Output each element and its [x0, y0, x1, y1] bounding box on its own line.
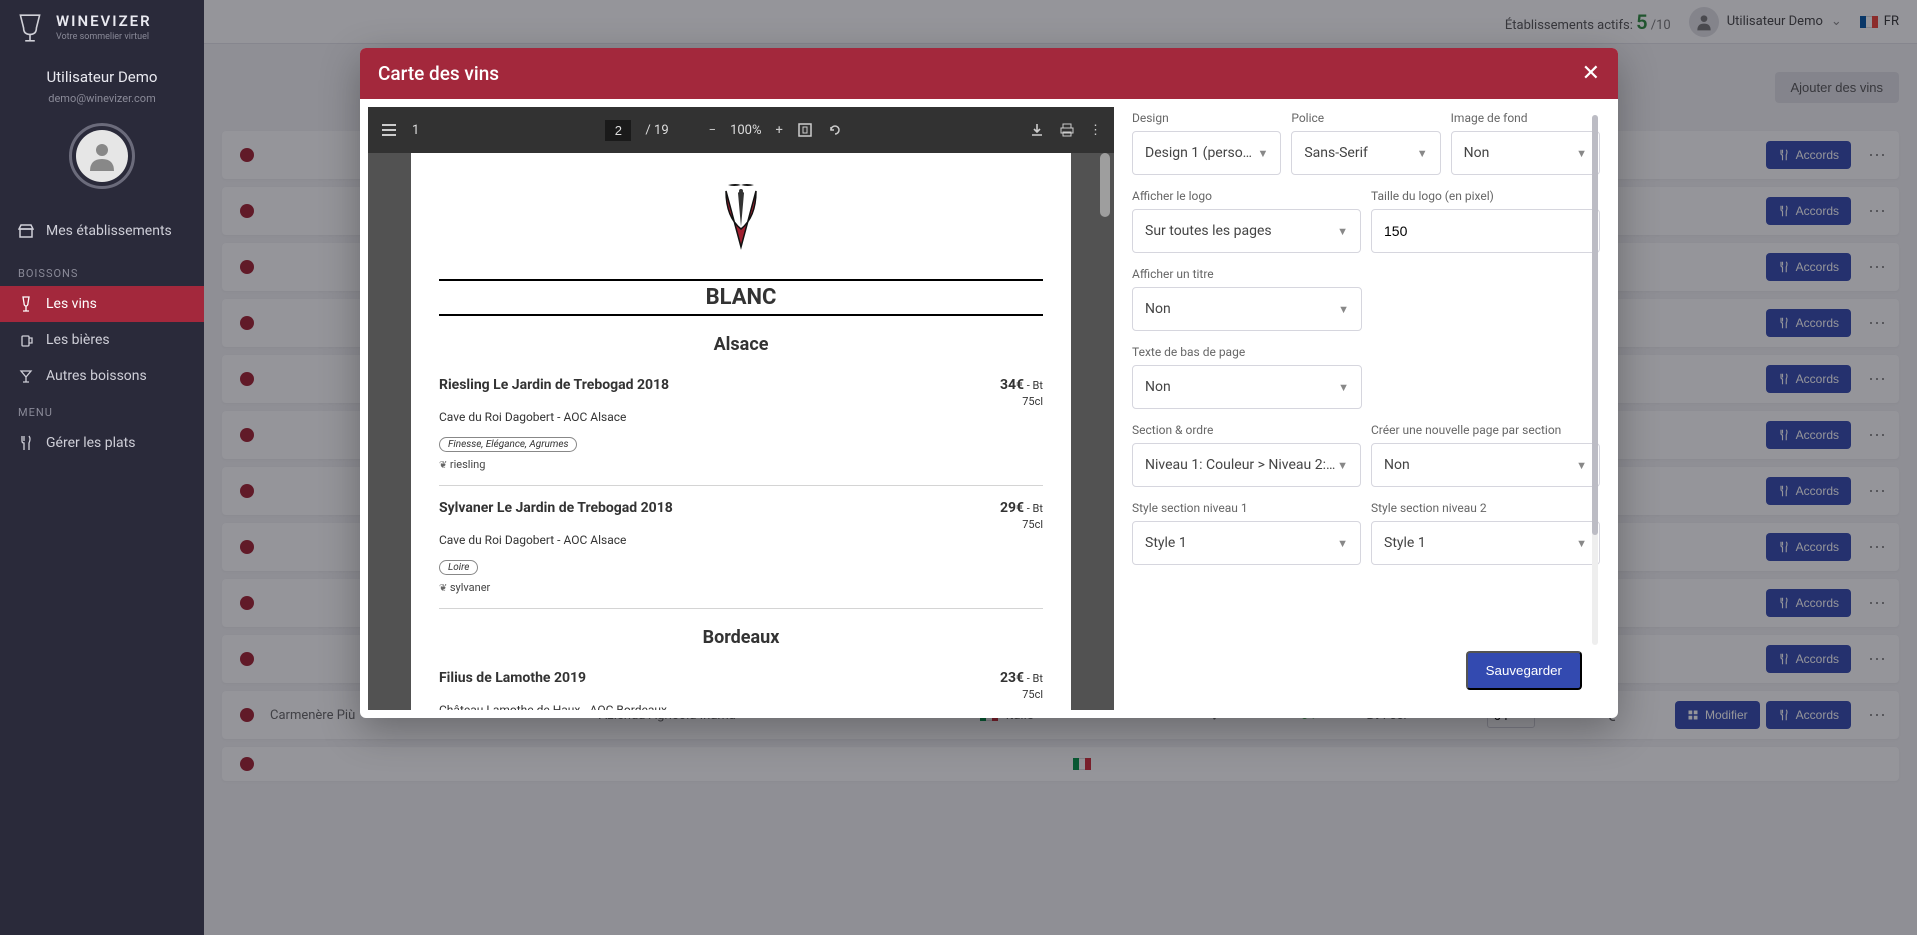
doc-wine-subtitle: Cave du Roi Dagobert - AOC Alsace — [439, 410, 1043, 424]
pdf-thumb-number: 1 — [412, 123, 419, 138]
fit-page-icon[interactable] — [797, 122, 813, 138]
field-label-showtitle: Afficher un titre — [1132, 267, 1362, 281]
sidebar-item-manage-dishes[interactable]: Gérer les plats — [0, 425, 204, 461]
zoom-in-icon[interactable]: + — [776, 123, 783, 138]
doc-wine-title: Filius de Lamothe 2019 — [439, 670, 586, 701]
sidebar-item-establishments[interactable]: Mes établissements — [0, 213, 204, 249]
field-label-footer: Texte de bas de page — [1132, 345, 1362, 359]
showlogo-select[interactable]: Sur toutes les pages▼ — [1132, 209, 1361, 253]
sidebar-user-name: Utilisateur Demo — [8, 68, 196, 86]
doc-wine-entry: Filius de Lamothe 201923€ - Bt75cl Châte… — [439, 662, 1043, 710]
store-icon — [18, 223, 34, 239]
doc-logo — [439, 177, 1043, 261]
pdf-scrollbar[interactable] — [1100, 153, 1110, 710]
sidebar-user: Utilisateur Demo demo@winevizer.com — [0, 56, 204, 207]
sidebar-item-label: Autres boissons — [46, 368, 147, 384]
style1-select[interactable]: Style 1▼ — [1132, 521, 1361, 565]
menu-icon[interactable] — [380, 121, 398, 139]
doc-wine-grapes: riesling — [439, 458, 1043, 471]
wine-list-modal: Carte des vins ✕ 1 / 19 − 100% + — [360, 48, 1618, 718]
modal-title: Carte des vins — [378, 62, 499, 85]
section-select[interactable]: Niveau 1: Couleur > Niveau 2:…▼ — [1132, 443, 1361, 487]
print-icon[interactable] — [1059, 122, 1075, 138]
chevron-down-icon: ▼ — [1576, 537, 1587, 550]
pdf-page-total: / 19 — [645, 123, 668, 138]
sidebar-heading-boissons: BOISSONS — [0, 255, 204, 286]
chevron-down-icon: ▼ — [1257, 147, 1268, 160]
rotate-icon[interactable] — [827, 122, 843, 138]
footer-select[interactable]: Non▼ — [1132, 365, 1362, 409]
chevron-down-icon: ▼ — [1338, 381, 1349, 394]
doc-wine-subtitle: Château Lamothe de Haux - AOC Bordeaux — [439, 703, 1043, 710]
brand: WINEVIZER Votre sommelier virtuel — [0, 0, 204, 56]
field-label-newpage: Créer une nouvelle page par section — [1371, 423, 1600, 437]
doc-section-title: BLANC — [439, 279, 1043, 316]
sidebar-user-email: demo@winevizer.com — [8, 92, 196, 105]
sidebar: WINEVIZER Votre sommelier virtuel Utilis… — [0, 0, 204, 935]
doc-wine-title: Sylvaner Le Jardin de Trebogad 2018 — [439, 500, 673, 531]
person-icon — [84, 138, 120, 174]
chevron-down-icon: ▼ — [1337, 225, 1348, 238]
logosize-input[interactable] — [1371, 209, 1600, 253]
pdf-toolbar: 1 / 19 − 100% + ⋮ — [368, 107, 1114, 153]
chevron-down-icon: ▼ — [1417, 147, 1428, 160]
doc-region-title: Alsace — [439, 334, 1043, 355]
download-icon[interactable] — [1029, 122, 1045, 138]
chevron-down-icon: ▼ — [1338, 303, 1349, 316]
field-label-showlogo: Afficher le logo — [1132, 189, 1361, 203]
field-label-section: Section & ordre — [1132, 423, 1361, 437]
modal-header: Carte des vins ✕ — [360, 48, 1618, 99]
field-label-style2: Style section niveau 2 — [1371, 501, 1600, 515]
newpage-select[interactable]: Non▼ — [1371, 443, 1600, 487]
sidebar-item-label: Mes établissements — [46, 223, 172, 239]
brand-logo-icon — [14, 12, 46, 44]
sidebar-heading-menu: MENU — [0, 394, 204, 425]
sidebar-item-other-drinks[interactable]: Autres boissons — [0, 358, 204, 394]
field-label-style1: Style section niveau 1 — [1132, 501, 1361, 515]
doc-wine-tags: Loire — [439, 560, 478, 575]
doc-region-title: Bordeaux — [439, 627, 1043, 648]
close-icon[interactable]: ✕ — [1582, 63, 1600, 85]
zoom-out-icon[interactable]: − — [709, 123, 716, 138]
field-label-font: Police — [1291, 111, 1440, 125]
sidebar-avatar[interactable] — [69, 123, 135, 189]
font-select[interactable]: Sans-Serif▼ — [1291, 131, 1440, 175]
cutlery-icon — [18, 435, 34, 451]
pdf-zoom-level: 100% — [730, 123, 761, 138]
sidebar-item-label: Gérer les plats — [46, 435, 135, 451]
beer-icon — [18, 332, 34, 348]
doc-wine-subtitle: Cave du Roi Dagobert - AOC Alsace — [439, 533, 1043, 547]
showtitle-select[interactable]: Non▼ — [1132, 287, 1362, 331]
sidebar-item-label: Les bières — [46, 332, 110, 348]
wine-icon — [18, 296, 34, 312]
sidebar-item-wines[interactable]: Les vins — [0, 286, 204, 322]
chevron-down-icon: ▼ — [1576, 147, 1587, 160]
chevron-down-icon: ▼ — [1337, 537, 1348, 550]
settings-scrollbar[interactable] — [1592, 115, 1598, 645]
chevron-down-icon: ▼ — [1576, 459, 1587, 472]
chevron-down-icon: ▼ — [1337, 459, 1348, 472]
sidebar-item-beers[interactable]: Les bières — [0, 322, 204, 358]
field-label-logosize: Taille du logo (en pixel) — [1371, 189, 1600, 203]
settings-panel: Design Design 1 (perso…▼ Police Sans-Ser… — [1114, 99, 1618, 718]
design-select[interactable]: Design 1 (perso…▼ — [1132, 131, 1281, 175]
doc-wine-entry: Riesling Le Jardin de Trebogad 201834€ -… — [439, 369, 1043, 486]
doc-wine-tags: Finesse, Elégance, Agrumes — [439, 437, 577, 452]
pdf-preview: 1 / 19 − 100% + ⋮ — [368, 107, 1114, 710]
more-vert-icon[interactable]: ⋮ — [1089, 123, 1102, 138]
sidebar-item-label: Les vins — [46, 296, 97, 312]
doc-wine-entry: Sylvaner Le Jardin de Trebogad 201829€ -… — [439, 492, 1043, 609]
drink-icon — [18, 368, 34, 384]
brand-tagline: Votre sommelier virtuel — [56, 33, 152, 42]
pdf-page-input[interactable] — [605, 120, 631, 141]
field-label-design: Design — [1132, 111, 1281, 125]
field-label-bgimage: Image de fond — [1451, 111, 1600, 125]
doc-wine-grapes: sylvaner — [439, 581, 1043, 594]
doc-wine-title: Riesling Le Jardin de Trebogad 2018 — [439, 377, 669, 408]
style2-select[interactable]: Style 1▼ — [1371, 521, 1600, 565]
bgimage-select[interactable]: Non▼ — [1451, 131, 1600, 175]
brand-name: WINEVIZER — [56, 14, 152, 29]
save-button[interactable]: Sauvegarder — [1466, 651, 1582, 690]
